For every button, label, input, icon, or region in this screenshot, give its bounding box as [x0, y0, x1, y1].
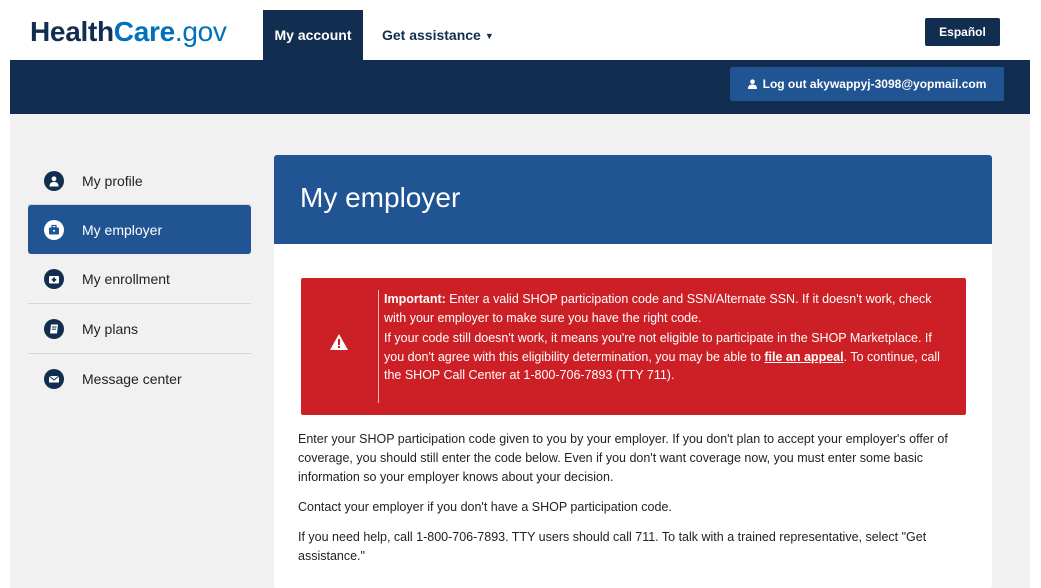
sidebar-item-my-plans[interactable]: My plans — [28, 304, 251, 354]
briefcase-icon — [44, 219, 64, 240]
page-title: My employer — [300, 182, 461, 213]
page-frame: HealthCare.gov My account Get assistance… — [10, 10, 1030, 588]
important-alert: Important: Enter a valid SHOP participat… — [301, 278, 966, 415]
user-icon — [747, 79, 757, 89]
caret-down-icon: ▼ — [484, 31, 494, 41]
sidebar-item-my-employer[interactable]: My employer — [28, 205, 251, 254]
sidebar-item-label: Message center — [82, 370, 182, 387]
instruction-paragraph: Enter your SHOP participation code given… — [298, 432, 948, 484]
nav-my-account[interactable]: My account — [263, 10, 363, 60]
sidebar-item-my-enrollment[interactable]: My enrollment — [28, 254, 251, 304]
sidebar-item-label: My enrollment — [82, 270, 170, 287]
sidebar-nav: My profile My employer My enrollment My … — [28, 157, 251, 403]
warning-icon — [330, 334, 348, 350]
medical-kit-icon — [44, 268, 64, 289]
account-bar: Log out akywappyj-3098@yopmail.com — [10, 60, 1030, 114]
alert-paragraph-1: Important: Enter a valid SHOP participat… — [384, 290, 954, 327]
envelope-icon — [44, 368, 64, 389]
instruction-paragraph: Contact your employer if you don't have … — [298, 500, 672, 514]
sidebar-item-label: My plans — [82, 320, 139, 337]
alert-message: Important: Enter a valid SHOP participat… — [384, 290, 954, 385]
panel-header: My employer — [274, 155, 992, 244]
espanol-button[interactable]: Español — [925, 18, 1000, 46]
alert-text-1: Enter a valid SHOP participation code an… — [384, 292, 932, 325]
logout-button[interactable]: Log out akywappyj-3098@yopmail.com — [730, 67, 1004, 101]
alert-divider — [378, 290, 379, 403]
alert-icon-box — [301, 278, 378, 415]
sidebar-item-label: My employer — [82, 221, 163, 238]
sidebar-item-label: My profile — [82, 172, 143, 189]
main-panel: My employer Important: Enter a valid SHO… — [274, 155, 992, 588]
logout-label: Log out akywappyj-3098@yopmail.com — [762, 77, 987, 91]
healthcare-gov-logo[interactable]: HealthCare.gov — [30, 16, 227, 48]
nav-get-assistance-label: Get assistance — [382, 27, 481, 43]
sidebar-item-my-profile[interactable]: My profile — [28, 157, 251, 205]
alert-paragraph-2: If your code still doesn't work, it mean… — [384, 329, 954, 385]
instruction-paragraph: If you need help, call 1-800-706-7893. T… — [298, 530, 927, 563]
plans-icon — [44, 318, 64, 339]
file-appeal-link[interactable]: file an appeal — [764, 350, 843, 364]
sidebar-item-message-center[interactable]: Message center — [28, 354, 251, 403]
alert-lead: Important: — [384, 292, 446, 306]
user-icon — [44, 170, 64, 191]
nav-get-assistance[interactable]: Get assistance ▼ — [382, 10, 494, 60]
instructions: Enter your SHOP participation code given… — [298, 430, 968, 577]
top-header: HealthCare.gov My account Get assistance… — [10, 10, 1030, 60]
